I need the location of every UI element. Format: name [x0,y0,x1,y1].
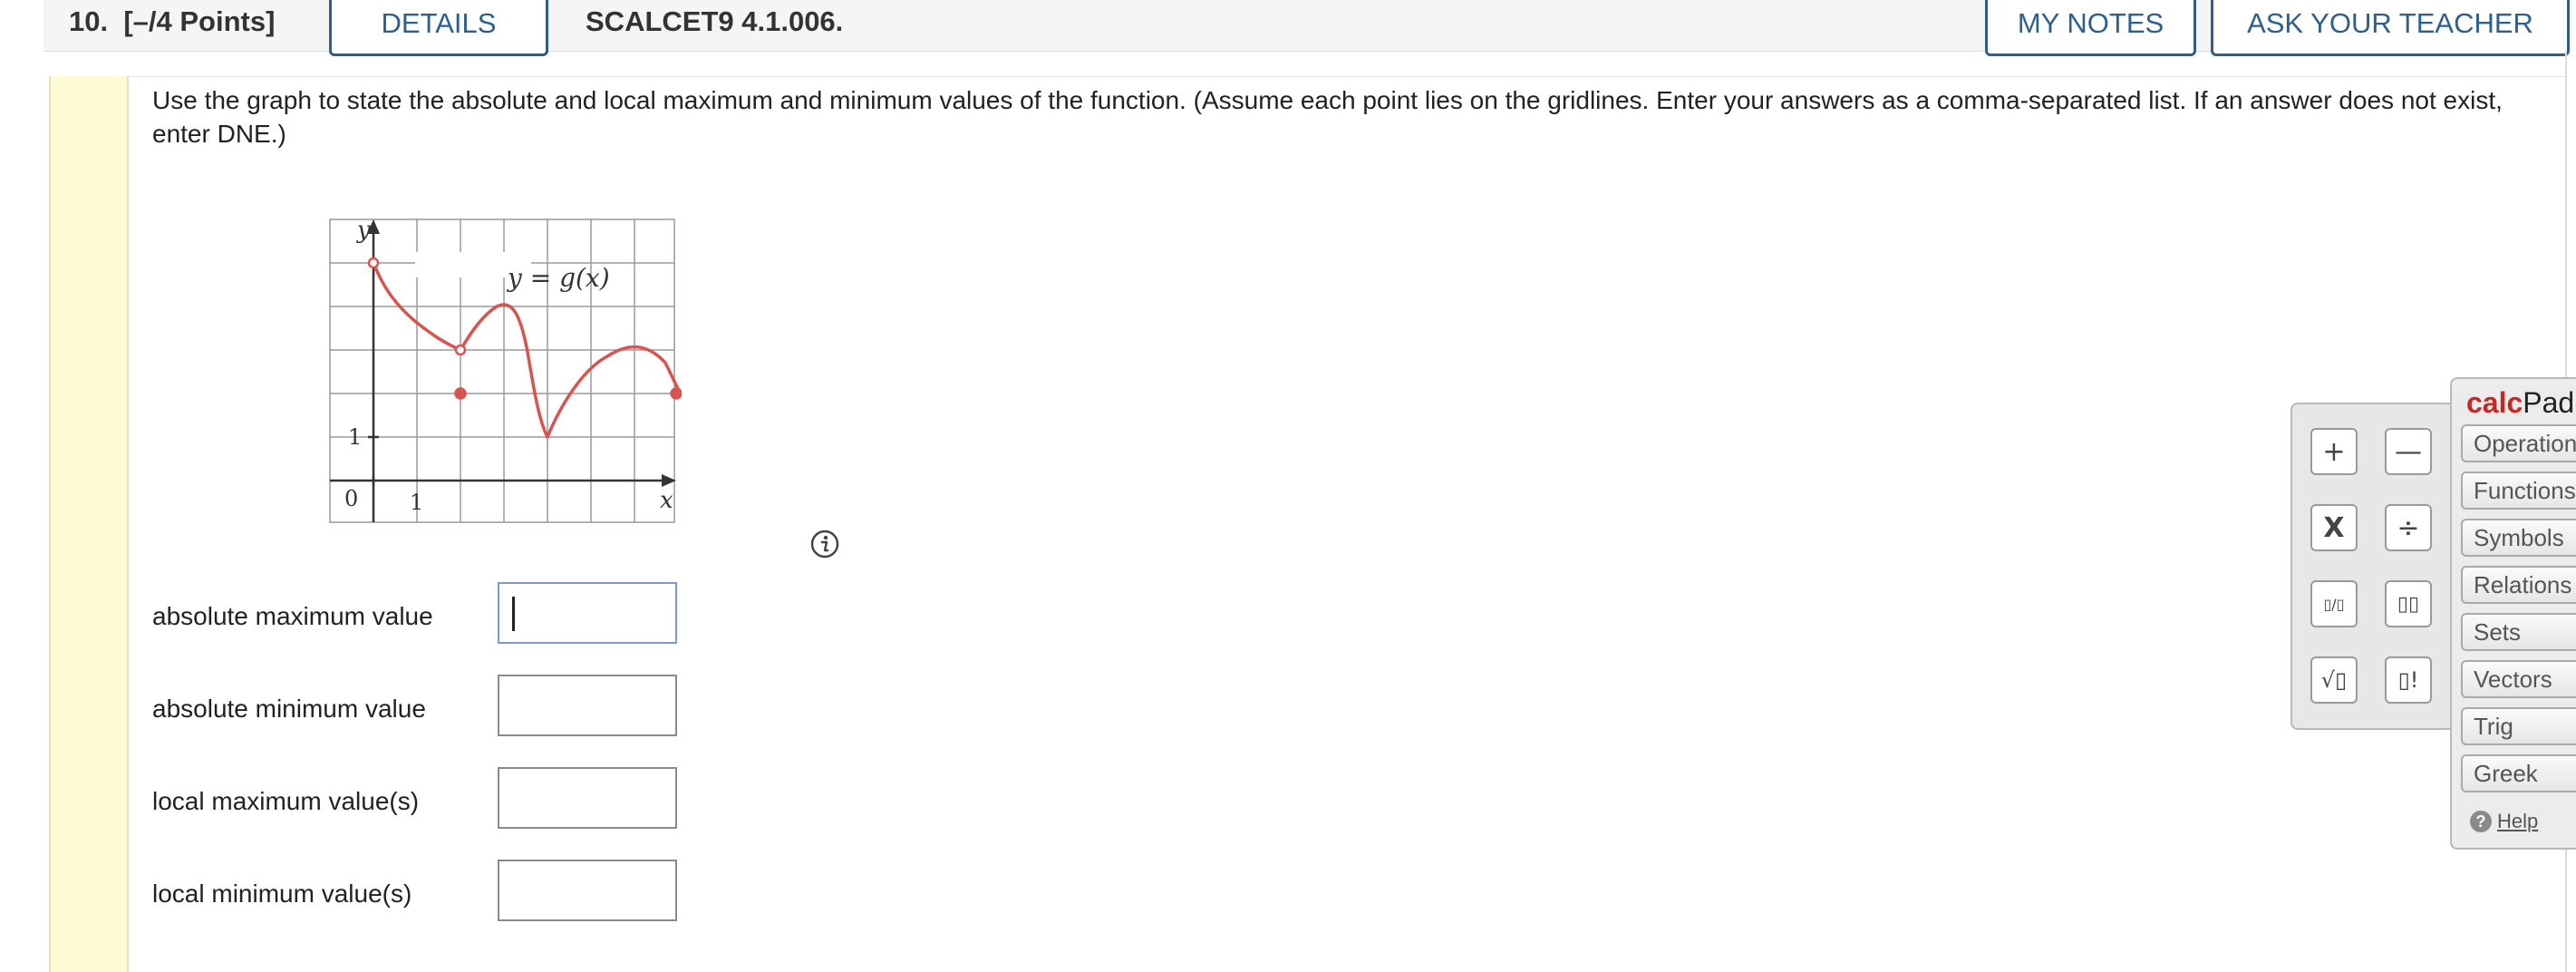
plus-key[interactable]: + [2310,428,2358,475]
tab-vectors[interactable]: Vectors [2461,660,2576,698]
question-number: 10. [–/4 Points] [69,5,276,37]
absolute-min-label: absolute minimum value [152,695,426,723]
info-icon[interactable] [809,529,840,559]
y-tick-label: 1 [348,424,362,450]
x-axis-label: x [660,487,673,514]
tab-sets[interactable]: Sets [2461,613,2576,651]
my-notes-button[interactable]: MY NOTES [1985,0,2196,56]
sqrt-key[interactable]: √▯ [2310,656,2358,704]
exponent-key[interactable]: ▯▯ [2385,580,2432,627]
ask-teacher-button[interactable]: ASK YOUR TEACHER [2211,0,2570,56]
calcpad-panel: calcPad Operations Functions Symbols Rel… [2450,377,2576,850]
local-min-input[interactable] [498,860,677,921]
text-cursor [512,597,515,631]
multiply-key[interactable]: X [2310,504,2358,551]
question-frame-top [49,76,2565,77]
absolute-max-input[interactable] [498,582,677,644]
question-code: SCALCET9 4.1.006. [586,5,844,37]
fraction-key[interactable]: ▯/▯ [2310,580,2358,627]
local-min-label: local minimum value(s) [152,880,412,908]
tab-symbols[interactable]: Symbols [2461,519,2576,557]
divide-key[interactable]: ÷ [2385,504,2432,551]
question-instructions: Use the graph to state the absolute and … [152,86,2503,148]
details-button[interactable]: DETAILS [329,0,548,56]
question-header: 10. [–/4 Points] DETAILS SCALCET9 4.1.00… [44,0,2570,56]
origin-label: 0 [344,486,358,511]
question-points: [–/4 Points] [123,5,276,37]
function-label: y = g(x) [506,263,610,293]
help-icon: ? [2470,811,2492,832]
calcpad-keypad: + — X ÷ ▯/▯ ▯▯ √▯ ▯! [2290,403,2454,730]
question-status-bar [49,76,129,972]
absolute-max-label: absolute maximum value [152,602,433,630]
tab-relations[interactable]: Relations [2461,566,2576,604]
tab-trig[interactable]: Trig [2461,707,2576,745]
function-graph: y x 0 1 1 y = g(x) [329,217,682,523]
calcpad-help-link[interactable]: ? Help [2470,810,2538,833]
y-axis-label: y [356,217,371,244]
local-max-label: local maximum value(s) [152,787,420,815]
tab-greek[interactable]: Greek [2461,754,2576,792]
factorial-key[interactable]: ▯! [2385,656,2432,704]
tab-functions[interactable]: Functions [2461,471,2576,510]
tab-operations[interactable]: Operations [2461,424,2576,462]
absolute-min-input[interactable] [498,675,677,736]
minus-key[interactable]: — [2385,428,2432,475]
calcpad-title: calcPad [2466,386,2575,419]
local-max-input[interactable] [498,767,677,829]
x-tick-label: 1 [410,490,423,515]
